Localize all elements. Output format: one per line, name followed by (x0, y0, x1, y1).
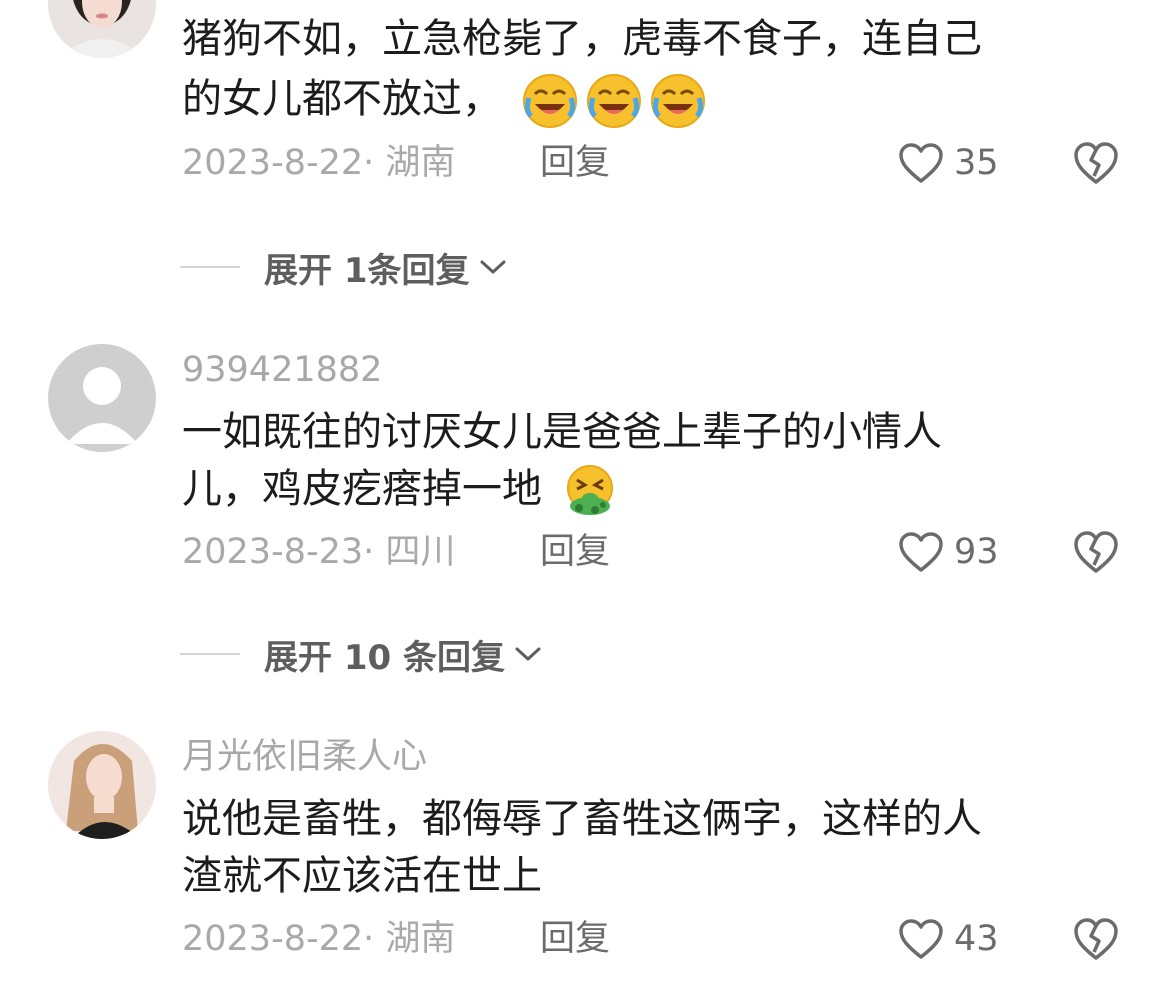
broken-heart-icon (1074, 142, 1118, 184)
expand-replies-button[interactable]: 展开 10 条回复 (180, 632, 543, 678)
divider-line (180, 266, 240, 268)
comment-date-location: 2023-8-22· 湖南 (182, 919, 456, 959)
comment-text: 一如既往的讨厌女儿是爸爸上辈子的小情人 (182, 409, 942, 455)
reply-button[interactable]: 回复 (540, 919, 610, 959)
expand-replies-label: 展开 10 条回复 (264, 637, 505, 678)
laughing-crying-emoji (522, 74, 577, 128)
comment-text: 渣就不应该活在世上 (182, 853, 542, 899)
like-count: 93 (954, 532, 999, 572)
broken-heart-icon (1074, 918, 1118, 960)
comment-username[interactable]: 月光依旧柔人心 (182, 737, 427, 777)
comment-date-location: 2023-8-22· 湖南 (182, 143, 456, 183)
like-button[interactable]: 35 (898, 140, 999, 186)
comment-text: 儿，鸡皮疙瘩掉一地 (182, 459, 619, 520)
comment-username[interactable]: 939421882 (182, 350, 382, 390)
heart-icon (899, 143, 943, 183)
avatar[interactable] (48, 344, 156, 452)
reply-button[interactable]: 回复 (540, 532, 610, 572)
dislike-button[interactable] (1072, 916, 1120, 962)
expand-replies-button[interactable]: 展开 1条回复 (180, 245, 508, 291)
comment-text: 说他是畜牲，都侮辱了畜牲这俩字，这样的人 (182, 796, 982, 842)
dislike-button[interactable] (1072, 140, 1120, 186)
avatar[interactable] (48, 731, 156, 839)
broken-heart-icon (1074, 531, 1118, 573)
laughing-crying-emoji (586, 74, 641, 128)
laughing-crying-emoji (650, 74, 705, 128)
dislike-button[interactable] (1072, 529, 1120, 575)
avatar[interactable] (48, 0, 156, 58)
comment-text: 的女儿都不放过， (182, 69, 707, 130)
like-count: 35 (954, 143, 999, 183)
heart-icon (899, 919, 943, 959)
expand-replies-label: 展开 1条回复 (264, 250, 470, 291)
vomiting-emoji (566, 465, 613, 515)
heart-icon (899, 532, 943, 572)
like-button[interactable]: 43 (898, 916, 999, 962)
comment-date-location: 2023-8-23· 四川 (182, 532, 456, 572)
chevron-down-icon (480, 260, 505, 274)
like-button[interactable]: 93 (898, 529, 999, 575)
like-count: 43 (954, 919, 999, 959)
chevron-down-icon (515, 647, 541, 661)
divider-line (180, 653, 240, 655)
comment-text: 猪狗不如，立急枪毙了，虎毒不食子，连自己 (182, 16, 982, 62)
reply-button[interactable]: 回复 (540, 143, 610, 183)
